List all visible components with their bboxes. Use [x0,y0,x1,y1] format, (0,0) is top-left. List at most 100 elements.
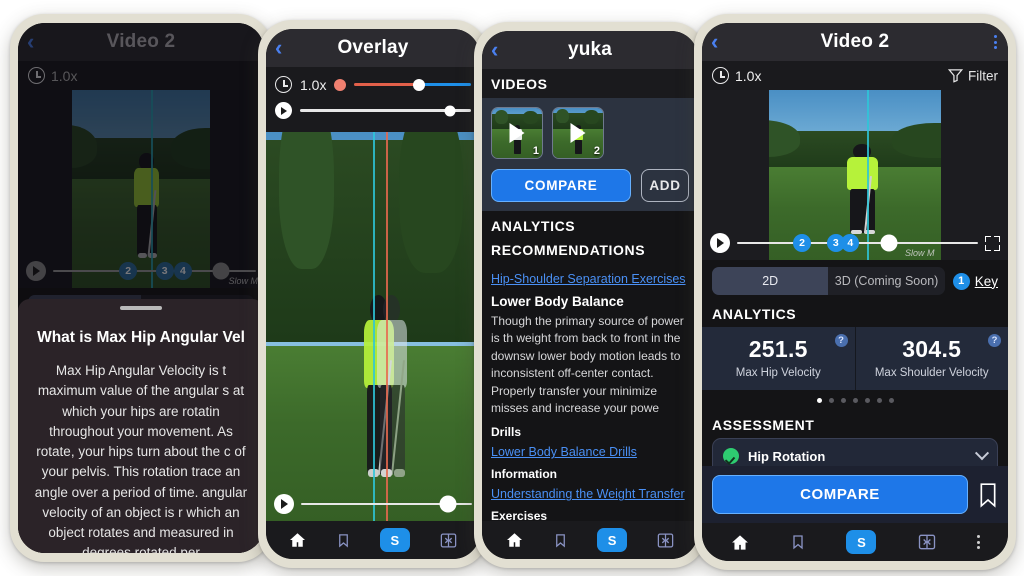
timeline-marker-2[interactable]: 2 [793,234,812,252]
phone-1-screen: ‹ Video 2 1.0x [18,23,264,553]
nav-s-logo-icon[interactable]: S [846,530,877,554]
hip-shoulder-link[interactable]: Hip-Shoulder Separation Exercises [491,272,689,286]
video-thumbnail-list: 1 2 [491,107,689,159]
clock-icon [712,67,729,84]
videos-header: VIDEOS [482,69,698,98]
page-title: Video 2 [820,31,890,52]
information-link[interactable]: Understanding the Weight Transfer [491,487,689,501]
chevron-down-icon[interactable] [974,446,990,461]
recommendations-list: Hip-Shoulder Separation Exercises Lower … [482,264,698,521]
phone3-navbar: ‹ yuka [482,31,698,69]
exercises-label: Exercises [491,509,548,521]
nav-home-icon[interactable] [730,533,750,552]
filter-label: Filter [968,68,998,83]
metric-cards: ? 251.5 Max Hip Velocity ? 304.5 Max Sho… [702,327,1008,390]
phone-4-frame: ‹ Video 2 1.0x Filter Slow M 2 3 4 2D 3D… [694,14,1016,570]
recommendation-text: Though the primary source of power is th… [491,314,684,415]
page-title: Overlay [337,37,409,58]
back-chevron-icon[interactable]: ‹ [491,39,498,61]
blend-slider[interactable] [354,78,471,91]
metric-card-hip-velocity[interactable]: ? 251.5 Max Hip Velocity [702,327,856,390]
assessment-row-hip-rotation[interactable]: Hip Rotation [712,438,998,466]
play-button[interactable] [710,233,730,253]
nav-compare-icon[interactable] [656,531,675,550]
bookmark-icon[interactable] [978,482,998,508]
nav-compare-icon[interactable] [917,532,937,552]
recommendation-title: Lower Body Balance [491,294,624,309]
golf-swing-overlay-frame [266,132,480,521]
metric-label: Max Hip Velocity [735,367,821,379]
back-chevron-icon[interactable]: ‹ [711,31,718,53]
nav-bookmark-icon[interactable] [553,531,568,550]
phone4-video-player[interactable]: Slow M 2 3 4 [702,90,1008,260]
timeline-marker-4[interactable]: 4 [841,234,860,252]
phone2-bottom-scrub[interactable] [266,487,480,521]
question-mark-icon[interactable]: ? [834,334,848,347]
filter-button[interactable]: Filter [948,68,998,83]
modal-title: What is Max Hip Angular Vel [37,329,245,346]
playback-speed-label[interactable]: 1.0x [735,68,761,84]
video-action-buttons: COMPARE ADD [491,169,689,202]
key-badge: 1 [952,272,970,290]
dimension-segmented-control[interactable]: 2D 3D (Coming Soon) [712,267,945,295]
key-legend[interactable]: 1 Key [952,272,998,290]
assessment-header: ASSESSMENT [702,410,1008,438]
nav-home-icon[interactable] [505,531,524,549]
add-button[interactable]: ADD [641,169,689,202]
analytics-header: ANALYTICS [702,299,1008,327]
assessment-list: Hip Rotation Trunk Rotation [702,438,1008,466]
compare-button[interactable]: COMPARE [491,169,631,202]
nav-bookmark-icon[interactable] [336,531,351,550]
scrub-track[interactable] [300,105,471,116]
phone2-bottom-nav: S [266,521,480,559]
drills-link[interactable]: Lower Body Balance Drills [491,445,689,459]
recommendations-header: RECOMMENDATIONS [482,240,698,264]
information-label: Information [491,467,557,482]
scrub-knob-bottom[interactable] [439,495,457,513]
drills-label: Drills [491,425,522,440]
modal-grabber[interactable] [120,306,162,310]
question-mark-icon[interactable]: ? [988,334,1001,347]
compare-button[interactable]: COMPARE [712,475,968,514]
scrub-knob[interactable] [880,234,898,252]
nav-compare-icon[interactable] [439,531,458,550]
playback-speed-label[interactable]: 1.0x [300,77,326,93]
scrub-knob[interactable] [444,105,456,116]
nav-s-logo-icon[interactable]: S [379,528,410,552]
phone2-blend-row: 1.0x [266,69,480,100]
key-link[interactable]: Key [975,274,998,289]
tab-2d[interactable]: 2D [712,267,829,295]
carousel-pagination[interactable] [702,390,1008,410]
tab-3d[interactable]: 3D (Coming Soon) [828,267,944,295]
video-thumbnail-1[interactable]: 1 [491,107,543,159]
page-title: yuka [567,39,613,60]
metric-card-shoulder-velocity[interactable]: ? 304.5 Max Shoulder Velocity [855,327,1008,390]
back-chevron-icon[interactable]: ‹ [275,37,282,59]
overlay-color-dot[interactable] [334,78,347,91]
video-thumbnail-2[interactable]: 2 [552,107,604,159]
phone4-bottom-nav: S [702,523,1008,561]
nav-bookmark-icon[interactable] [790,532,806,552]
phone2-navbar: ‹ Overlay [266,29,480,67]
play-button[interactable] [275,102,292,119]
funnel-icon [948,69,963,83]
phone-2-frame: ‹ Overlay 1.0x S [258,20,488,568]
kebab-menu-icon[interactable] [994,35,997,49]
scrub-track-bottom[interactable] [301,495,472,513]
fullscreen-icon[interactable] [985,235,1000,251]
phone4-timeline[interactable]: 2 3 4 [702,226,1008,260]
phone2-overlay-video[interactable] [266,132,480,521]
play-button-bottom[interactable] [274,494,294,514]
nav-home-icon[interactable] [288,531,307,549]
phone-1-frame: ‹ Video 2 1.0x [10,14,272,562]
videos-panel: 1 2 COMPARE ADD [482,98,698,211]
nav-kebab-menu-icon[interactable] [976,535,980,549]
metric-value: 304.5 [902,336,962,362]
phone2-scrub-row [266,100,480,126]
check-circle-icon [723,448,739,464]
scrub-track[interactable]: 2 3 4 [737,234,978,252]
blend-slider-knob[interactable] [412,78,425,91]
nav-s-logo-icon[interactable]: S [597,528,628,552]
screenshot-stage: ‹ Video 2 1.0x [0,0,1024,576]
phone4-dimension-row: 2D 3D (Coming Soon) 1 Key [702,260,1008,299]
